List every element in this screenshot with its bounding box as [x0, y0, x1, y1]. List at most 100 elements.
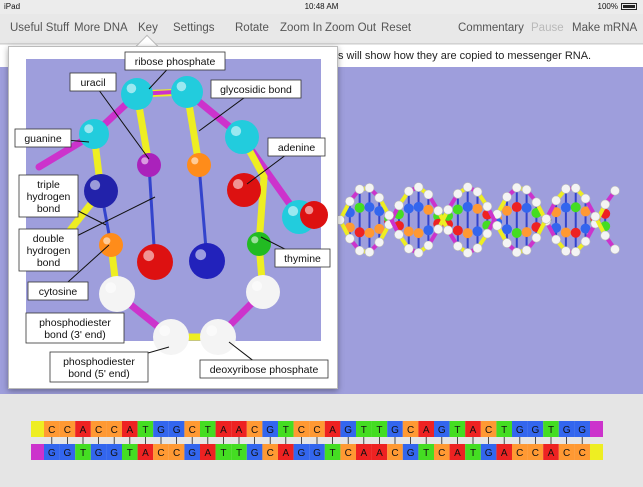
base-letter-top: G — [532, 425, 540, 436]
base-letter-top: A — [470, 425, 477, 436]
helix-base — [364, 227, 375, 238]
helix-sugar — [443, 204, 453, 215]
key-atom-highlight — [159, 325, 171, 337]
helix-base — [403, 226, 414, 237]
base-letter-bottom: A — [376, 448, 383, 459]
helix-sugar — [462, 182, 473, 192]
pause-button[interactable]: Pause — [531, 22, 564, 34]
helix-base — [462, 228, 473, 239]
key-label-uracil: uracil — [80, 77, 105, 89]
commentary-button[interactable]: Commentary — [458, 22, 524, 34]
base-letter-bottom: C — [345, 448, 352, 459]
helix-base — [423, 204, 434, 215]
key-label-triple-1: triple — [37, 179, 60, 191]
helix-sugar — [551, 234, 561, 245]
settings-button[interactable]: Settings — [173, 22, 215, 34]
key-label-pd3-1: phosphodiester — [39, 317, 111, 329]
base-letter-top: A — [220, 425, 227, 436]
key-atom — [137, 153, 161, 177]
base-letter-top: A — [126, 425, 133, 436]
base-letter-top: T — [361, 425, 367, 436]
base-letter-top: G — [516, 425, 524, 436]
base-letter-bottom: C — [391, 448, 398, 459]
helix-sugar — [462, 248, 473, 258]
zoom-out-button[interactable]: Zoom Out — [325, 22, 376, 34]
helix-base — [452, 204, 463, 215]
key-atom — [247, 232, 271, 256]
base-letter-bottom: T — [236, 448, 242, 459]
base-letter-top: A — [329, 425, 336, 436]
key-button[interactable]: Key — [138, 22, 158, 34]
helix-base — [472, 226, 483, 237]
base-letter-bottom: G — [407, 448, 415, 459]
reset-button[interactable]: Reset — [381, 22, 411, 34]
base-letter-bottom: A — [282, 448, 289, 459]
helix-sugar — [345, 196, 355, 207]
helix-sugar — [472, 186, 483, 197]
helix-base — [354, 202, 365, 213]
base-letter-top: T — [376, 425, 382, 436]
helix-base — [452, 225, 463, 236]
helix-sugar — [492, 220, 502, 231]
key-atom — [225, 120, 259, 154]
helix-sugar — [394, 229, 404, 240]
helix-sugar — [453, 241, 463, 251]
helix-sugar — [561, 184, 571, 194]
key-label-guanine: guanine — [24, 133, 62, 145]
status-bar: iPad 10:48 AM 100% — [0, 0, 643, 14]
key-label-double-2: hydrogen — [27, 245, 71, 257]
base-letter-top: C — [111, 425, 118, 436]
helix-sugar — [413, 182, 424, 192]
helix-sugar — [502, 192, 512, 202]
helix-sugar — [580, 193, 591, 204]
helix-base — [413, 228, 424, 239]
helix-sugar — [570, 183, 581, 193]
key-atom — [171, 76, 203, 108]
base-letter-top: T — [283, 425, 289, 436]
base-letter-bottom: G — [251, 448, 259, 459]
base-letter-bottom: C — [516, 448, 523, 459]
helix-base — [560, 227, 571, 238]
helix-sugar — [374, 237, 385, 248]
battery-status: 100% — [598, 2, 637, 11]
helix-sugar — [364, 183, 375, 193]
key-atom-highlight — [105, 282, 117, 294]
base-letter-bottom: T — [80, 448, 86, 459]
more-dna-button[interactable]: More DNA — [74, 22, 128, 34]
base-letter-bottom: G — [64, 448, 72, 459]
base-letter-bottom: C — [532, 448, 539, 459]
base-letter-bottom: G — [485, 448, 493, 459]
key-atom-highlight — [89, 179, 101, 191]
battery-icon — [621, 3, 637, 10]
key-atom — [79, 119, 109, 149]
key-atom — [187, 153, 211, 177]
helix-sugar — [413, 248, 424, 258]
helix-sugar — [600, 199, 610, 210]
rotate-button[interactable]: Rotate — [235, 22, 269, 34]
base-letter-bottom: G — [298, 448, 306, 459]
base-letter-top: T — [142, 425, 148, 436]
helix-sugar — [531, 197, 542, 208]
key-atom — [189, 243, 225, 279]
key-atom-highlight — [251, 280, 263, 292]
base-letter-bottom: T — [470, 448, 476, 459]
helix-sugar — [551, 195, 561, 206]
base-letter-top: C — [48, 425, 55, 436]
helix-sugar — [423, 240, 434, 251]
base-letter-bottom: T — [220, 448, 226, 459]
key-label-triple-2: hydrogen — [27, 191, 71, 203]
make-mrna-button[interactable]: Make mRNA — [572, 22, 637, 34]
helix-sugar — [394, 200, 404, 211]
key-atom-highlight — [84, 124, 94, 134]
useful-stuff-button[interactable]: Useful Stuff — [10, 22, 69, 34]
helix-base — [501, 224, 512, 235]
strand-end-bottom-left — [31, 444, 44, 460]
base-letter-bottom: C — [173, 448, 180, 459]
zoom-in-button[interactable]: Zoom In — [280, 22, 322, 34]
battery-percent: 100% — [597, 2, 618, 11]
base-letter-top: A — [423, 425, 430, 436]
helix-sugar — [521, 184, 532, 195]
base-letter-bottom: A — [501, 448, 508, 459]
helix-sugar — [472, 243, 483, 254]
key-atom — [137, 244, 173, 280]
